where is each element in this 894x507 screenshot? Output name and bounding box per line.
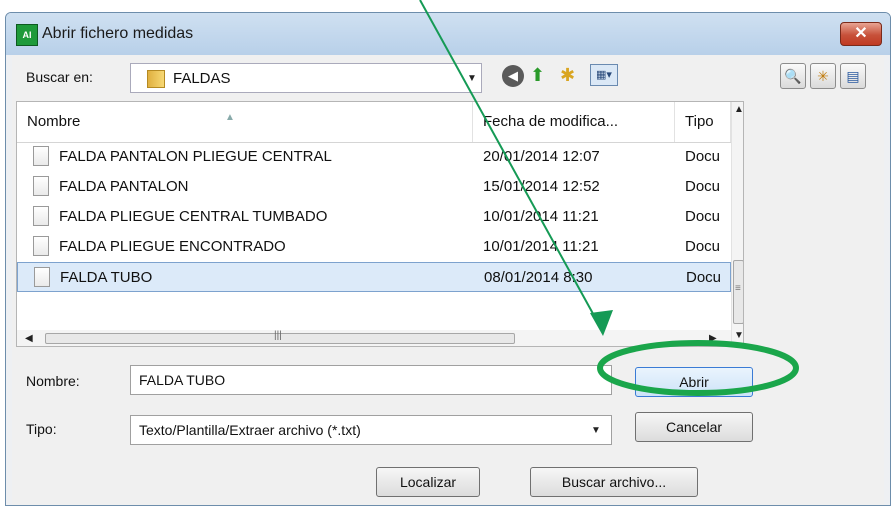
view-menu-icon[interactable]: ▦▾ xyxy=(590,64,618,86)
cancel-button[interactable]: Cancelar xyxy=(635,412,753,442)
file-name: FALDA PLIEGUE ENCONTRADO xyxy=(59,238,286,255)
new-folder-icon[interactable]: ✱ xyxy=(560,64,575,86)
scroll-grip-icon: ≡ xyxy=(735,283,741,294)
list-header: Nombre ▲ Fecha de modifica... Tipo xyxy=(17,102,731,143)
file-name: FALDA PLIEGUE CENTRAL TUMBADO xyxy=(59,208,328,225)
file-type: Docu xyxy=(685,148,721,165)
file-type: Docu xyxy=(685,178,721,195)
column-name[interactable]: Nombre ▲ xyxy=(17,102,473,142)
lookin-value: FALDAS xyxy=(173,70,231,87)
close-button[interactable]: ✕ xyxy=(840,22,882,46)
up-folder-icon[interactable]: ⬆ xyxy=(530,64,545,86)
open-measures-dialog: AI Abrir fichero medidas ✕ Buscar en: FA… xyxy=(5,12,891,506)
scroll-grip-icon: ||| xyxy=(274,330,282,341)
zoom-icon[interactable]: 🔍 xyxy=(780,63,806,89)
scroll-right-icon[interactable]: ▶ xyxy=(709,333,717,344)
document-icon xyxy=(34,267,50,287)
title-bar[interactable]: AI Abrir fichero medidas ✕ xyxy=(6,13,890,55)
document-icon xyxy=(33,236,49,256)
filetype-select[interactable]: Texto/Plantilla/Extraer archivo (*.txt) … xyxy=(130,415,612,445)
file-date: 10/01/2014 11:21 xyxy=(483,208,599,225)
scroll-up-icon[interactable]: ▲ xyxy=(734,104,743,115)
list-item[interactable]: FALDA PANTALON PLIEGUE CENTRAL 20/01/201… xyxy=(17,142,731,172)
open-button[interactable]: Abrir xyxy=(635,367,753,397)
horizontal-scrollbar[interactable]: ◀ ||| ▶ xyxy=(17,330,731,346)
filetype-value: Texto/Plantilla/Extraer archivo (*.txt) xyxy=(139,422,361,438)
column-name-label: Nombre xyxy=(27,113,81,130)
sort-ascending-icon: ▲ xyxy=(225,112,235,123)
preview-icon[interactable]: ✳ xyxy=(810,63,836,89)
horizontal-scroll-thumb[interactable]: ||| xyxy=(45,330,515,344)
file-type: Docu xyxy=(686,269,722,286)
filename-label: Nombre: xyxy=(26,373,80,389)
lookin-dropdown[interactable]: FALDAS ▼ xyxy=(130,63,482,93)
document-icon xyxy=(33,176,49,196)
file-date: 10/01/2014 11:21 xyxy=(483,238,599,255)
column-date[interactable]: Fecha de modifica... xyxy=(473,102,675,142)
list-item[interactable]: FALDA PLIEGUE ENCONTRADO 10/01/2014 11:2… xyxy=(17,232,731,262)
list-item[interactable]: FALDA PLIEGUE CENTRAL TUMBADO 10/01/2014… xyxy=(17,202,731,232)
app-logo-icon: AI xyxy=(16,24,38,46)
filetype-label: Tipo: xyxy=(26,421,57,437)
grid-view-icon[interactable]: ▤ xyxy=(840,63,866,89)
filename-input[interactable]: FALDA TUBO xyxy=(130,365,612,395)
back-icon[interactable]: ◀ xyxy=(502,65,524,87)
file-date: 15/01/2014 12:52 xyxy=(483,178,600,195)
dialog-content: Buscar en: FALDAS ▼ ◀ ⬆ ✱ ▦▾ 🔍 ✳ ▤ Nombr… xyxy=(12,55,884,505)
dialog-title: Abrir fichero medidas xyxy=(42,25,194,42)
vertical-scrollbar[interactable]: ▲ ≡ ▼ xyxy=(731,102,743,346)
folder-icon xyxy=(147,70,165,88)
scroll-down-icon[interactable]: ▼ xyxy=(734,330,743,341)
column-type[interactable]: Tipo xyxy=(675,102,731,142)
file-date: 08/01/2014 8:30 xyxy=(484,269,593,286)
document-icon xyxy=(33,206,49,226)
document-icon xyxy=(33,146,49,166)
file-list[interactable]: Nombre ▲ Fecha de modifica... Tipo FALDA… xyxy=(16,101,744,347)
chevron-down-icon: ▼ xyxy=(467,73,477,84)
search-file-button[interactable]: Buscar archivo... xyxy=(530,467,698,497)
list-item[interactable]: FALDA PANTALON 15/01/2014 12:52 Docu xyxy=(17,172,731,202)
file-name: FALDA PANTALON PLIEGUE CENTRAL xyxy=(59,148,332,165)
file-name: FALDA TUBO xyxy=(60,269,153,286)
vertical-scroll-thumb[interactable]: ≡ xyxy=(733,260,743,324)
file-date: 20/01/2014 12:07 xyxy=(483,148,600,165)
lookin-label: Buscar en: xyxy=(26,69,93,85)
file-name: FALDA PANTALON xyxy=(59,178,189,195)
file-type: Docu xyxy=(685,238,721,255)
file-type: Docu xyxy=(685,208,721,225)
scroll-left-icon[interactable]: ◀ xyxy=(25,333,33,344)
chevron-down-icon: ▼ xyxy=(591,425,601,436)
list-item-selected[interactable]: FALDA TUBO 08/01/2014 8:30 Docu xyxy=(17,262,731,292)
locate-button[interactable]: Localizar xyxy=(376,467,480,497)
